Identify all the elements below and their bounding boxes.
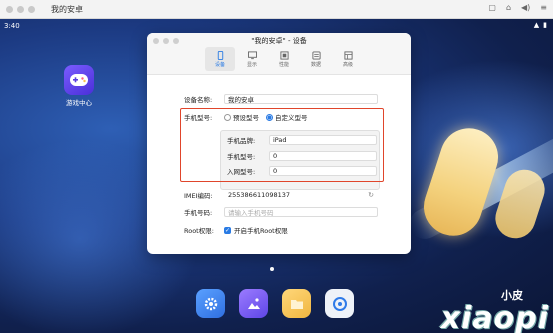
phone-number-row: 手机号码: 请输入手机号码 xyxy=(184,207,378,217)
page-indicator xyxy=(270,267,274,271)
host-window-title: 我的安卓 xyxy=(51,4,83,14)
battery-icon: ▮ xyxy=(543,21,547,29)
screenshot-icon[interactable]: ▢ xyxy=(488,3,496,12)
imei-field: 255386611098137 ↻ xyxy=(224,190,378,200)
tab-device[interactable]: 设备 xyxy=(205,47,235,71)
volume-icon[interactable]: ◀) xyxy=(521,3,530,12)
watermark-logo: xiaopi xyxy=(440,301,549,333)
host-toolbar: ▢ ⌂ ◀) ≡ xyxy=(488,3,547,12)
device-name-row: 设备名称: 我的安卓 xyxy=(184,94,378,104)
menu-icon[interactable]: ≡ xyxy=(540,3,547,12)
dialog-header: "我的安卓" - 设备 设备 显示 性能 数据 高级 xyxy=(147,33,411,75)
home-icon[interactable]: ⌂ xyxy=(506,3,511,12)
highlight-box xyxy=(180,108,384,182)
browser-app-icon[interactable] xyxy=(325,289,354,318)
data-icon xyxy=(311,50,321,60)
files-app-icon[interactable] xyxy=(282,289,311,318)
display-icon xyxy=(247,50,257,59)
settings-tabs: 设备 显示 性能 数据 高级 xyxy=(205,47,363,71)
image-icon xyxy=(247,297,260,309)
phone-number-label: 手机号码: xyxy=(184,209,213,217)
status-time: 3:40 xyxy=(4,22,20,30)
gamepad-icon xyxy=(70,74,88,86)
device-name-label: 设备名称: xyxy=(184,96,213,104)
dialog-title: "我的安卓" - 设备 xyxy=(251,37,307,45)
host-title-bar: 我的安卓 ▢ ⌂ ◀) ≡ xyxy=(0,0,553,19)
wifi-icon: ▲ xyxy=(533,21,540,29)
root-label: Root权限: xyxy=(184,227,214,235)
gear-icon xyxy=(204,297,217,310)
root-row: Root权限: ✓ 开启手机Root权限 xyxy=(184,225,288,235)
dock xyxy=(196,289,354,318)
window-controls[interactable] xyxy=(6,5,35,13)
root-option[interactable]: 开启手机Root权限 xyxy=(234,225,288,235)
performance-icon xyxy=(279,50,289,60)
advanced-icon xyxy=(343,50,353,60)
device-name-input[interactable]: 我的安卓 xyxy=(224,94,378,104)
folder-icon xyxy=(290,299,303,309)
tab-display[interactable]: 显示 xyxy=(237,47,267,71)
app-label: 游戏中心 xyxy=(66,99,92,107)
root-checkbox[interactable]: ✓ xyxy=(224,226,231,234)
imei-row: IMEI编码: 255386611098137 ↻ xyxy=(184,190,378,200)
phone-icon xyxy=(217,50,223,60)
settings-app-icon[interactable] xyxy=(196,289,225,318)
gallery-app-icon[interactable] xyxy=(239,289,268,318)
tab-advanced[interactable]: 高级 xyxy=(333,47,363,71)
tab-performance[interactable]: 性能 xyxy=(269,47,299,71)
refresh-icon[interactable]: ↻ xyxy=(368,191,374,199)
tab-data[interactable]: 数据 xyxy=(301,47,331,71)
imei-label: IMEI编码: xyxy=(184,192,213,200)
phone-number-input[interactable]: 请输入手机号码 xyxy=(224,207,378,217)
compass-icon xyxy=(332,296,347,311)
status-icons: ▲ ▮ xyxy=(534,21,547,29)
game-center-app-icon[interactable] xyxy=(64,65,94,95)
